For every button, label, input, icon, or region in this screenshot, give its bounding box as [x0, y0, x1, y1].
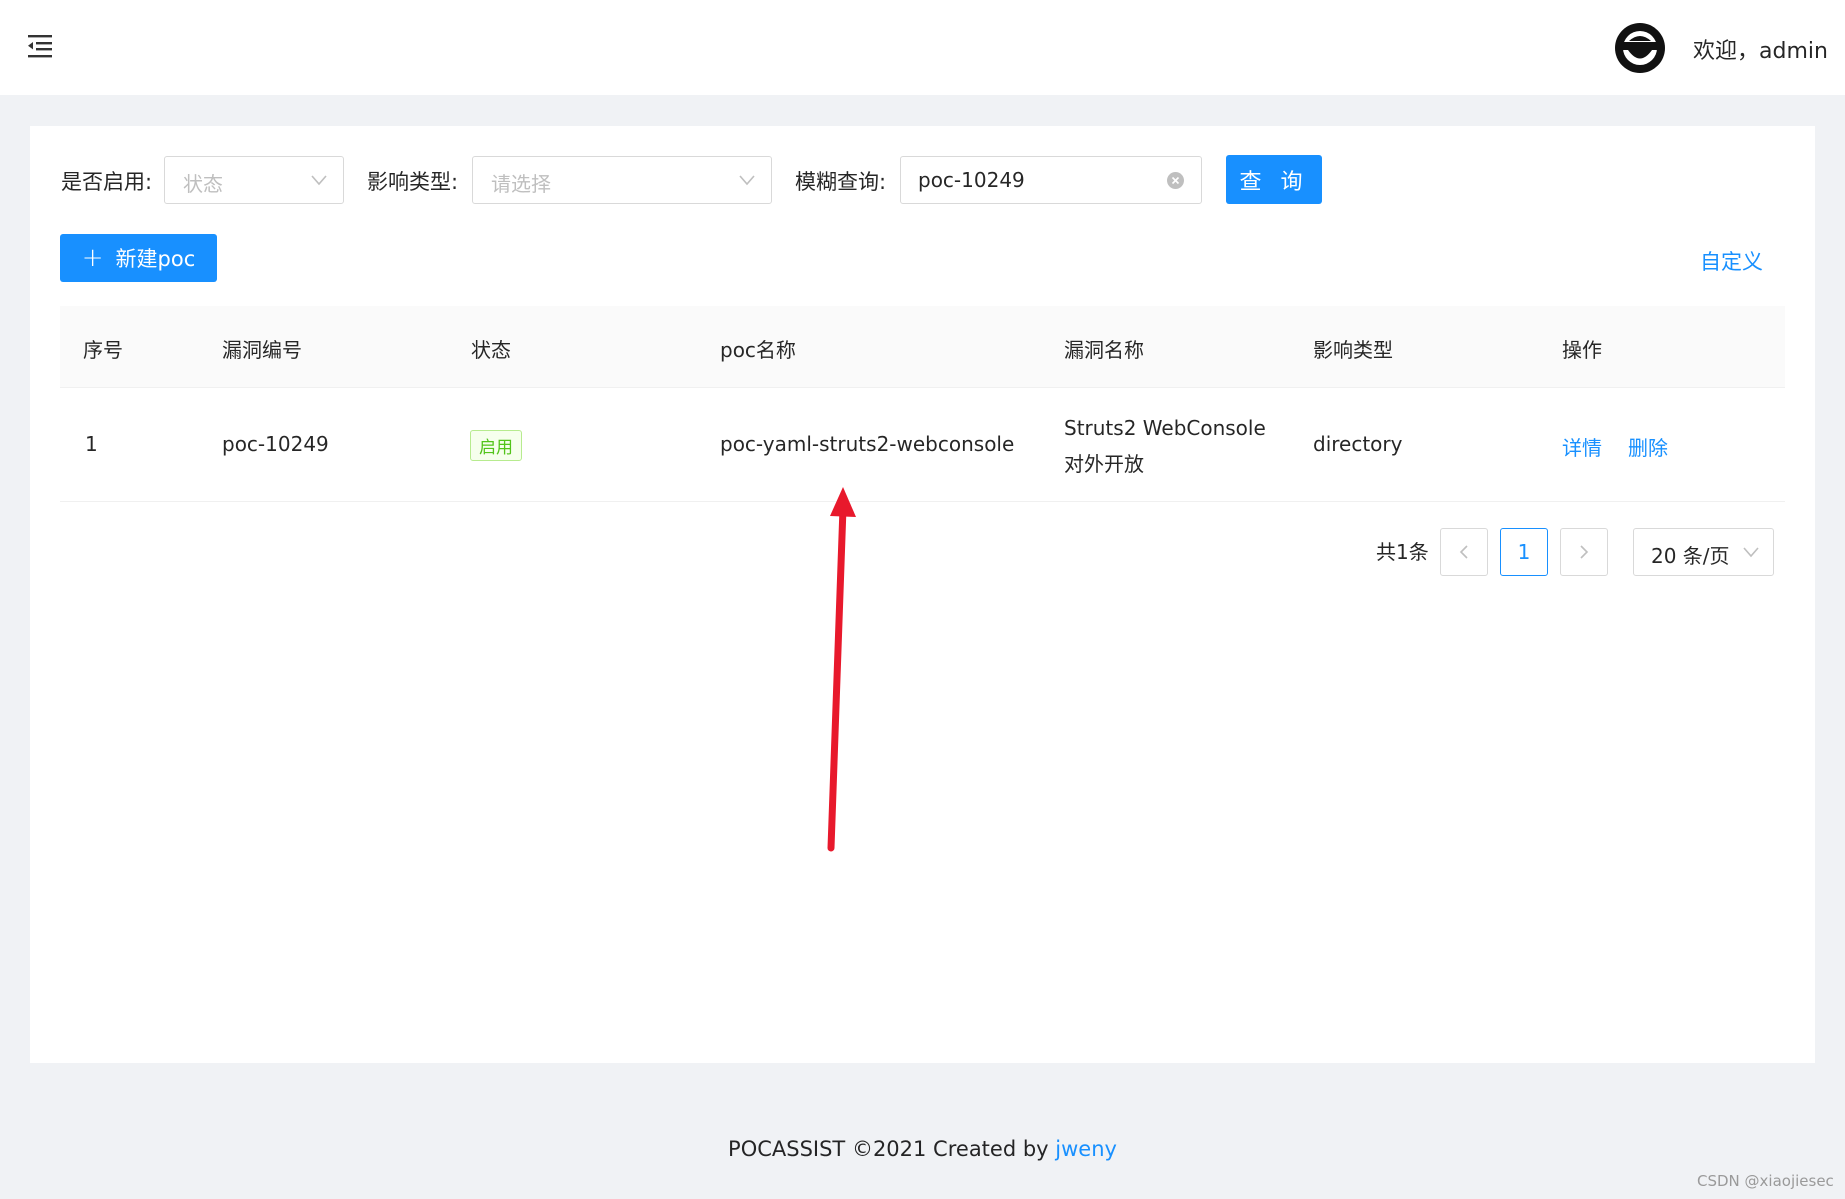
column-header-status: 状态	[471, 338, 511, 362]
welcome-text: 欢迎，admin	[1693, 39, 1828, 64]
column-header-vuln-name: 漏洞名称	[1064, 338, 1144, 362]
chevron-right-icon	[1580, 545, 1589, 559]
impact-type-select[interactable]: 请选择	[472, 156, 772, 204]
new-poc-button-label: 新建poc	[115, 247, 196, 271]
cell-impact-type: directory	[1313, 432, 1403, 456]
watermark: CSDN @xiaojiesec	[1697, 1172, 1834, 1190]
column-header-vuln-id: 漏洞编号	[222, 338, 302, 362]
status-badge: 启用	[470, 430, 522, 461]
cell-poc-name: poc-yaml-struts2-webconsole	[720, 432, 1015, 456]
footer: POCASSIST ©2021 Created by jweny	[0, 1137, 1845, 1161]
impact-filter-label: 影响类型:	[367, 170, 459, 194]
clear-circle-icon[interactable]	[1167, 172, 1184, 189]
status-select[interactable]: 状态	[164, 156, 344, 204]
cell-vuln-id: poc-10249	[222, 432, 329, 456]
cell-vuln-name-line1: Struts2 WebConsole	[1064, 416, 1266, 440]
chevron-down-icon	[739, 175, 755, 186]
new-poc-button[interactable]: + 新建poc	[60, 234, 217, 282]
cell-vuln-name-line2: 对外开放	[1064, 452, 1144, 476]
cell-index: 1	[85, 432, 98, 456]
content-card: 是否启用: 状态 影响类型: 请选择 模糊查询: 查 询 + 新建poc 自定义…	[30, 126, 1815, 1063]
impact-type-select-placeholder: 请选择	[491, 172, 551, 196]
column-header-index: 序号	[83, 338, 123, 362]
top-header: 欢迎，admin	[0, 0, 1845, 95]
detail-link[interactable]: 详情	[1562, 432, 1602, 461]
customize-link[interactable]: 自定义	[1700, 246, 1763, 276]
page-number-button[interactable]: 1	[1500, 528, 1548, 576]
status-select-placeholder: 状态	[183, 172, 223, 196]
fuzzy-query-input[interactable]	[918, 165, 1168, 195]
page-size-select[interactable]: 20 条/页	[1633, 528, 1774, 576]
table-header: 序号 漏洞编号 状态 poc名称 漏洞名称 影响类型 操作	[60, 306, 1785, 388]
next-page-button[interactable]	[1560, 528, 1608, 576]
prev-page-button[interactable]	[1440, 528, 1488, 576]
footer-text: POCASSIST ©2021 Created by	[728, 1137, 1056, 1161]
column-header-poc-name: poc名称	[720, 338, 796, 362]
author-link[interactable]: jweny	[1055, 1137, 1117, 1161]
pagination-total: 共1条	[1376, 540, 1429, 564]
fuzzy-query-label: 模糊查询:	[795, 170, 887, 194]
menu-fold-icon[interactable]	[28, 34, 58, 58]
chevron-down-icon	[311, 175, 327, 186]
query-button[interactable]: 查 询	[1226, 155, 1322, 204]
column-header-actions: 操作	[1562, 338, 1602, 362]
chevron-left-icon	[1459, 545, 1468, 559]
enabled-filter-label: 是否启用:	[61, 170, 153, 194]
column-header-impact-type: 影响类型	[1313, 338, 1393, 362]
chevron-down-icon	[1743, 547, 1759, 558]
table-row: 1 poc-10249 启用 poc-yaml-struts2-webconso…	[60, 388, 1785, 502]
fuzzy-query-input-wrapper	[900, 156, 1202, 204]
ninja-avatar-icon[interactable]	[1615, 23, 1665, 73]
delete-link[interactable]: 删除	[1628, 432, 1668, 461]
page-size-value: 20 条/页	[1651, 544, 1730, 568]
plus-icon: +	[81, 243, 104, 273]
